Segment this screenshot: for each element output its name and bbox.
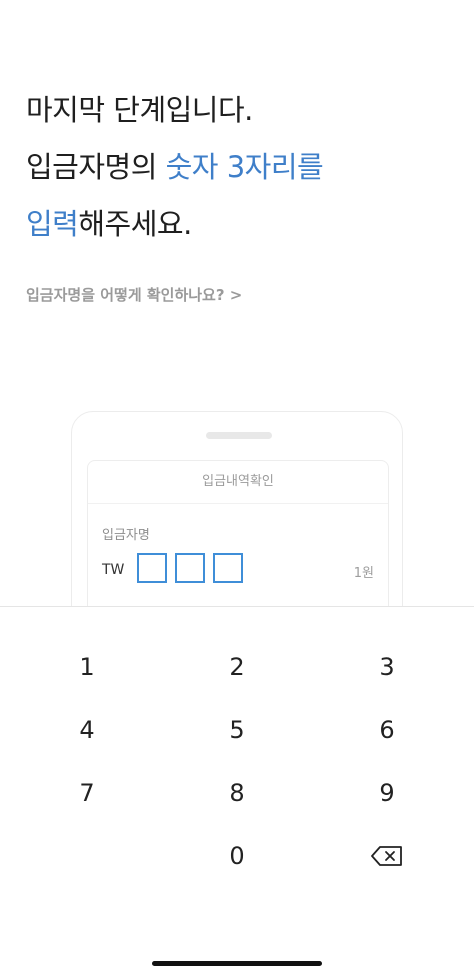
card-title: 입금내역확인 bbox=[88, 461, 388, 504]
instruction-line-3-plain: 해주세요. bbox=[78, 207, 192, 241]
instruction-line-3-accent: 입력 bbox=[26, 207, 79, 241]
instruction-line-2-accent: 숫자 3자리를 bbox=[165, 150, 324, 184]
digit-box bbox=[213, 553, 243, 583]
key-9[interactable]: 9 bbox=[337, 768, 437, 818]
backspace-icon[interactable] bbox=[337, 831, 437, 881]
home-indicator bbox=[152, 961, 322, 966]
help-link[interactable]: 입금자명을 어떻게 확인하나요? > bbox=[26, 284, 242, 305]
depositor-prefix: TW bbox=[102, 562, 125, 578]
key-3[interactable]: 3 bbox=[337, 642, 437, 692]
screen: 마지막 단계입니다. 입금자명의 숫자 3자리를 입력해주세요. 입금자명을 어… bbox=[0, 0, 474, 977]
instruction-line-2-plain: 입금자명의 bbox=[26, 150, 166, 184]
number-keypad: 1 2 3 4 5 6 7 8 9 0 bbox=[0, 606, 474, 977]
deposit-amount: 1원 bbox=[353, 566, 374, 581]
phone-notch bbox=[206, 432, 272, 439]
key-0[interactable]: 0 bbox=[187, 831, 287, 881]
key-4[interactable]: 4 bbox=[37, 705, 137, 755]
digit-box bbox=[175, 553, 205, 583]
digit-box bbox=[137, 553, 167, 583]
key-7[interactable]: 7 bbox=[37, 768, 137, 818]
key-2[interactable]: 2 bbox=[187, 642, 287, 692]
instruction-line-3: 입력해주세요. bbox=[26, 196, 323, 253]
key-1[interactable]: 1 bbox=[37, 642, 137, 692]
instruction-line-1: 마지막 단계입니다. bbox=[26, 93, 253, 127]
key-6[interactable]: 6 bbox=[337, 705, 437, 755]
depositor-label: 입금자명 bbox=[102, 528, 150, 543]
instruction-line-2: 입금자명의 숫자 3자리를 bbox=[26, 139, 324, 196]
key-5[interactable]: 5 bbox=[187, 705, 287, 755]
key-8[interactable]: 8 bbox=[187, 768, 287, 818]
instruction-heading: 마지막 단계입니다. 입금자명의 숫자 3자리를 입력해주세요. bbox=[26, 82, 324, 253]
